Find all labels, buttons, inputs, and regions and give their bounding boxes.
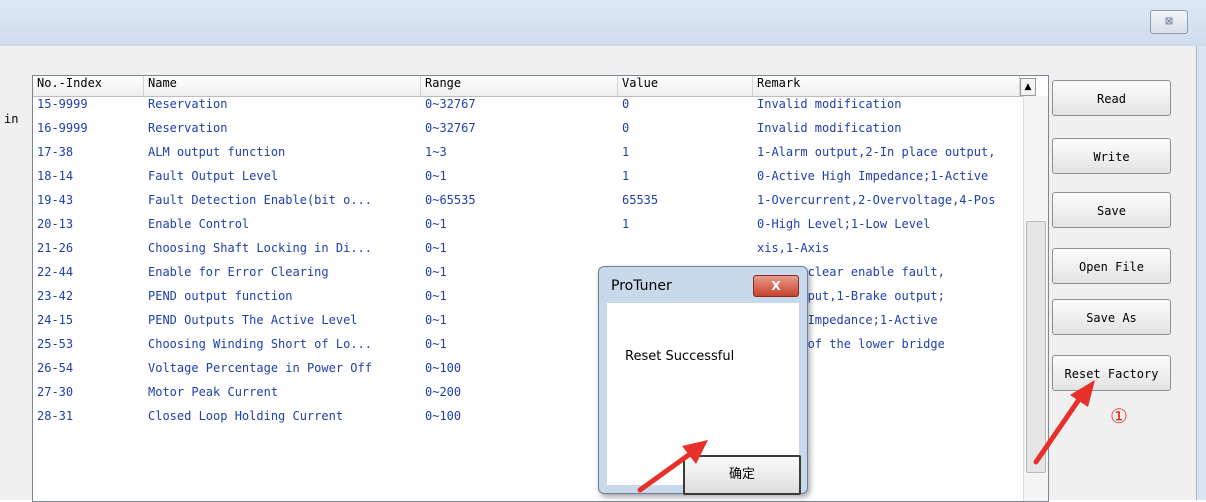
cell-range: 0~200 (425, 385, 462, 399)
cell-index: 28-31 (37, 409, 74, 423)
table-row[interactable]: 19-43 Fault Detection Enable(bit o... 0~65… (33, 193, 1023, 217)
cell-index: 19-43 (37, 193, 74, 207)
table-row[interactable]: 25-53 Choosing Winding Short of Lo... 0~1 i… (33, 337, 1023, 361)
cell-name: Enable for Error Clearing (148, 265, 329, 279)
table-row[interactable]: 28-31Closed Loop Holding Current0~10020U… (33, 409, 1023, 433)
cell-remark: 0-High Level;1-Low Level (757, 217, 931, 231)
cell-range: 0~1 (425, 337, 447, 351)
cell-name: PEND output function (148, 289, 293, 303)
read-button[interactable]: Read (1052, 80, 1171, 116)
truncated-side-label: in (4, 112, 19, 126)
table-row[interactable]: 16-9999 Reservation 0~32767 0 Invalid modifi… (33, 121, 1023, 145)
cell-value (618, 241, 747, 265)
cell-name: Choosing Winding Short of Lo... (148, 337, 372, 351)
column-header-range[interactable]: Range (421, 76, 618, 96)
table-row[interactable]: 17-38 ALM output function 1~3 1 1-Alarm outp… (33, 145, 1023, 169)
cell-name: Fault Detection Enable(bit o... (148, 193, 372, 207)
cell-range: 0~1 (425, 241, 447, 255)
cell-value: 65535 (622, 193, 659, 207)
table-row[interactable]: 22-44 Enable for Error Clearing 0~1 ohibit … (33, 265, 1023, 289)
cell-range: 0~1 (425, 289, 447, 303)
open-file-button[interactable]: Open File (1052, 248, 1171, 284)
dialog-ok-button[interactable]: 确定 (683, 455, 801, 495)
table-row[interactable]: 24-15 PEND Outputs The Active Level 0~1 e H… (33, 313, 1023, 337)
table-row[interactable]: 21-26 Choosing Shaft Locking in Di... 0~1 x… (33, 241, 1023, 265)
column-header-index[interactable]: No.-Index (33, 76, 144, 96)
cell-range: 0~1 (425, 265, 447, 279)
save-as-button[interactable]: Save As (1052, 299, 1171, 335)
cell-value: 0 (622, 121, 630, 135)
list-rows: 15-9999 Reservation 0~32767 0 Invalid modifi… (33, 97, 1023, 433)
cell-name: Closed Loop Holding Current (148, 409, 344, 423)
table-row[interactable]: 23-42 PEND output function 0~1 ace output,1… (33, 289, 1023, 313)
cell-index: 23-42 (37, 289, 74, 303)
cell-range: 0~32767 (425, 121, 476, 135)
list-header: No.-Index Name Range Value Remark ▲ (33, 76, 1036, 97)
column-header-name[interactable]: Name (144, 76, 421, 96)
cell-index: 18-14 (37, 169, 74, 183)
scroll-up-arrow-icon[interactable]: ▲ (1020, 78, 1036, 96)
cell-name: Choosing Shaft Locking in Di... (148, 241, 372, 255)
cell-name: Motor Peak Current (148, 385, 279, 399)
dialog-title: ProTuner (611, 278, 672, 294)
cell-index: 15-9999 (37, 97, 88, 111)
cell-remark: Invalid modification (757, 97, 902, 111)
write-button[interactable]: Write (1052, 138, 1171, 174)
cell-range: 0~32767 (425, 97, 476, 111)
cell-name: PEND Outputs The Active Level (148, 313, 358, 327)
cell-value: 1 (622, 145, 630, 159)
cell-index: 17-38 (37, 145, 74, 159)
dialog-message: Reset Successful (625, 349, 735, 364)
cell-index: 21-26 (37, 241, 74, 255)
save-button[interactable]: Save (1052, 192, 1171, 228)
dialog-close-button[interactable]: X (753, 275, 799, 297)
cell-range: 0~1 (425, 217, 447, 231)
cell-index: 20-13 (37, 217, 74, 231)
column-header-value[interactable]: Value (618, 76, 753, 96)
window-close-button[interactable]: ⊠ (1150, 10, 1188, 34)
dialog-body: Reset Successful 确定 (607, 303, 801, 495)
cell-range: 0~100 (425, 409, 462, 423)
cell-index: 27-30 (37, 385, 74, 399)
cell-index: 16-9999 (37, 121, 88, 135)
cell-name: Fault Output Level (148, 169, 279, 183)
cell-remark: xis,1-Axis (757, 241, 830, 255)
cell-value: 1 (622, 169, 630, 183)
table-row[interactable]: 15-9999 Reservation 0~32767 0 Invalid modifi… (33, 97, 1023, 121)
window-titlebar: ⊠ (0, 0, 1206, 46)
cell-name: Reservation (148, 97, 228, 111)
cell-range: 0~100 (425, 361, 462, 375)
column-header-remark[interactable]: Remark (753, 76, 1020, 96)
cell-remark: 0-Active High Impedance;1-Active (757, 169, 989, 183)
table-row[interactable]: 20-13 Enable Control 0~1 1 0-High Level;1-Lo… (33, 217, 1023, 241)
cell-remark: Invalid modification (757, 121, 902, 135)
cell-index: 22-44 (37, 265, 74, 279)
cell-value: 0 (622, 97, 630, 111)
parameter-list[interactable]: No.-Index Name Range Value Remark ▲ 15-9… (32, 75, 1049, 502)
table-row[interactable]: 26-54 Voltage Percentage in Power Off 0~10… (33, 361, 1023, 385)
window-right-border (1196, 46, 1206, 500)
cell-range: 0~65535 (425, 193, 476, 207)
cell-index: 24-15 (37, 313, 74, 327)
cell-range: 0~1 (425, 169, 447, 183)
table-row[interactable]: 27-30Motor Peak Current0~2000mA (33, 385, 1023, 409)
cell-name: Enable Control (148, 217, 250, 231)
cell-remark: 1-Overcurrent,2-Overvoltage,4-Pos (757, 193, 996, 207)
cell-remark: 1-Alarm output,2-In place output, (757, 145, 996, 159)
cell-name: Voltage Percentage in Power Off (148, 361, 372, 375)
cell-index: 26-54 (37, 361, 74, 375)
cell-range: 0~1 (425, 313, 447, 327)
reset-factory-button[interactable]: Reset Factory (1052, 355, 1171, 391)
protuner-window: ⊠ in No.-Index Name Range Value Remark ▲… (0, 0, 1206, 502)
cell-range: 1~3 (425, 145, 447, 159)
message-dialog: ProTuner X Reset Successful 确定 (598, 266, 808, 495)
scrollbar-thumb[interactable] (1026, 221, 1046, 473)
cell-name: Reservation (148, 121, 228, 135)
step-1-marker: ① (1110, 404, 1128, 428)
cell-value: 1 (622, 217, 630, 231)
table-row[interactable]: 18-14 Fault Output Level 0~1 1 0-Active High… (33, 169, 1023, 193)
cell-name: ALM output function (148, 145, 286, 159)
cell-index: 25-53 (37, 337, 74, 351)
